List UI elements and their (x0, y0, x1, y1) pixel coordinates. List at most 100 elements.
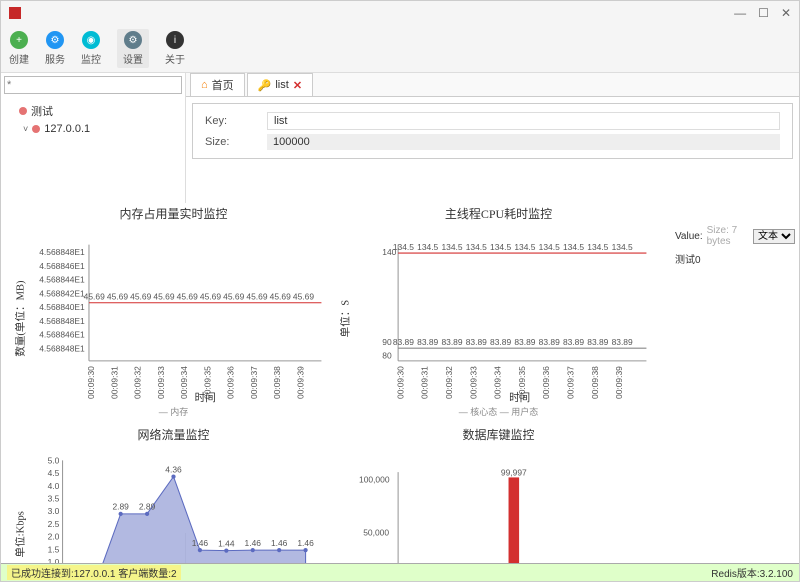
svg-text:4.36: 4.36 (165, 464, 182, 474)
size-label: Size: (205, 136, 267, 148)
value-hint: Size: 7 bytes (707, 225, 749, 247)
svg-text:00:09:30: 00:09:30 (395, 366, 405, 399)
svg-text:83.89: 83.89 (466, 337, 487, 347)
svg-text:4.568848E1: 4.568848E1 (39, 343, 85, 353)
gear-icon: ⚙ (124, 31, 142, 49)
toolbar-monitor-label: 监控 (81, 51, 101, 66)
tabs: ⌂ 首页 🔑 list ✕ (186, 73, 799, 97)
chart-title: 网络流量监控 (15, 426, 332, 443)
svg-text:4.568846E1: 4.568846E1 (39, 261, 85, 271)
toolbar-settings-label: 设置 (123, 51, 143, 66)
svg-text:1.46: 1.46 (245, 538, 262, 548)
svg-text:83.89: 83.89 (490, 337, 511, 347)
value-label: Value: (675, 231, 703, 242)
svg-text:134.5: 134.5 (539, 242, 560, 252)
key-value[interactable]: list (267, 112, 780, 130)
svg-text:时间: 时间 (195, 391, 216, 404)
svg-text:45.69: 45.69 (130, 292, 151, 302)
svg-text:00:09:33: 00:09:33 (468, 366, 478, 399)
svg-text:00:09:38: 00:09:38 (590, 366, 600, 399)
svg-text:134.5: 134.5 (417, 242, 438, 252)
svg-text:2.89: 2.89 (139, 501, 156, 511)
svg-text:134.5: 134.5 (466, 242, 487, 252)
svg-text:134.5: 134.5 (393, 242, 414, 252)
toolbar-about-label: 关于 (165, 51, 185, 66)
svg-text:00:09:32: 00:09:32 (133, 366, 143, 399)
encoding-select[interactable]: 文本 (753, 229, 795, 244)
svg-text:83.89: 83.89 (563, 337, 584, 347)
svg-text:4.568846E1: 4.568846E1 (39, 330, 85, 340)
svg-text:1.44: 1.44 (218, 538, 235, 548)
svg-text:4.0: 4.0 (48, 480, 60, 490)
svg-text:45.69: 45.69 (84, 292, 105, 302)
tab-home[interactable]: ⌂ 首页 (190, 73, 245, 96)
svg-text:4.5: 4.5 (48, 468, 60, 478)
minimize-button[interactable]: — (734, 6, 746, 20)
svg-text:00:09:39: 00:09:39 (614, 366, 624, 399)
svg-text:00:09:34: 00:09:34 (493, 366, 503, 399)
close-button[interactable]: ✕ (781, 6, 791, 20)
size-value: 100000 (267, 134, 780, 150)
svg-text:5.0: 5.0 (48, 455, 60, 465)
svg-text:45.69: 45.69 (177, 292, 198, 302)
toolbar-settings[interactable]: ⚙ 设置 (117, 29, 149, 68)
svg-text:134.5: 134.5 (490, 242, 511, 252)
info-icon: i (166, 31, 184, 49)
tree-item-host[interactable]: ˅ 127.0.0.1 (5, 121, 181, 137)
value-panel: Value: Size: 7 bytes 文本 测试0 (675, 225, 795, 266)
svg-text:134.5: 134.5 (612, 242, 633, 252)
svg-text:83.89: 83.89 (587, 337, 608, 347)
search-input[interactable] (4, 76, 182, 94)
svg-text:134.5: 134.5 (587, 242, 608, 252)
svg-text:45.69: 45.69 (293, 292, 314, 302)
tree-label: 测试 (31, 103, 53, 119)
charts-overlay: 内存占用量实时监控 数量(单位：MB) 4.568848E14.568846E1… (13, 203, 659, 533)
key-label: Key: (205, 115, 267, 127)
tab-list[interactable]: 🔑 list ✕ (247, 73, 313, 96)
svg-text:45.69: 45.69 (223, 292, 244, 302)
svg-text:100,000: 100,000 (359, 474, 390, 484)
svg-text:2.89: 2.89 (112, 501, 129, 511)
svg-text:80: 80 (382, 351, 392, 361)
toolbar-monitor[interactable]: ◉ 监控 (81, 31, 101, 66)
toolbar-create-label: 创建 (9, 51, 29, 66)
chart-legend: — 核心态 — 用户态 (340, 405, 657, 418)
service-icon: ⚙ (46, 31, 64, 49)
svg-text:1.46: 1.46 (297, 538, 314, 548)
svg-text:50,000: 50,000 (363, 527, 389, 537)
svg-text:134.5: 134.5 (441, 242, 462, 252)
chart-memory: 内存占用量实时监控 数量(单位：MB) 4.568848E14.568846E1… (13, 203, 334, 420)
svg-text:00:09:36: 00:09:36 (541, 366, 551, 399)
svg-text:00:09:37: 00:09:37 (566, 366, 576, 399)
svg-text:45.69: 45.69 (246, 292, 267, 302)
svg-text:4.568842E1: 4.568842E1 (39, 288, 85, 298)
tree-item-test[interactable]: 测试 (5, 101, 181, 121)
svg-text:45.69: 45.69 (200, 292, 221, 302)
svg-text:00:09:38: 00:09:38 (272, 366, 282, 399)
chart-title: 主线程CPU耗时监控 (340, 205, 657, 222)
toolbar-service-label: 服务 (45, 51, 65, 66)
toolbar-service[interactable]: ⚙ 服务 (45, 31, 65, 66)
chart-db: 数据库键监控 100,000 50,000 0 533999,997 db0db… (338, 424, 659, 563)
maximize-button[interactable]: ☐ (758, 6, 769, 20)
svg-text:时间: 时间 (509, 391, 530, 404)
tab-home-label: 首页 (212, 77, 234, 93)
status-right: Redis版本:3.2.100 (711, 565, 793, 580)
svg-text:83.89: 83.89 (441, 337, 462, 347)
svg-text:数量(单位：MB): 数量(单位：MB) (15, 280, 26, 357)
toolbar-create[interactable]: + 创建 (9, 31, 29, 66)
svg-text:4.568840E1: 4.568840E1 (39, 302, 85, 312)
svg-text:00:09:30: 00:09:30 (86, 366, 96, 399)
toolbar: + 创建 ⚙ 服务 ◉ 监控 ⚙ 设置 i 关于 (1, 25, 799, 73)
connection-dot-icon (32, 125, 40, 133)
close-tab-icon[interactable]: ✕ (293, 79, 302, 92)
connection-dot-icon (19, 107, 27, 115)
home-icon: ⌂ (201, 79, 208, 91)
svg-text:83.89: 83.89 (514, 337, 535, 347)
toolbar-about[interactable]: i 关于 (165, 31, 185, 66)
svg-text:4.568848E1: 4.568848E1 (39, 316, 85, 326)
svg-text:90: 90 (382, 337, 392, 347)
statusbar: 已成功连接到:127.0.0.1 客户端数量:2 Redis版本:3.2.100 (1, 563, 799, 581)
svg-text:00:09:33: 00:09:33 (156, 366, 166, 399)
svg-text:83.89: 83.89 (417, 337, 438, 347)
